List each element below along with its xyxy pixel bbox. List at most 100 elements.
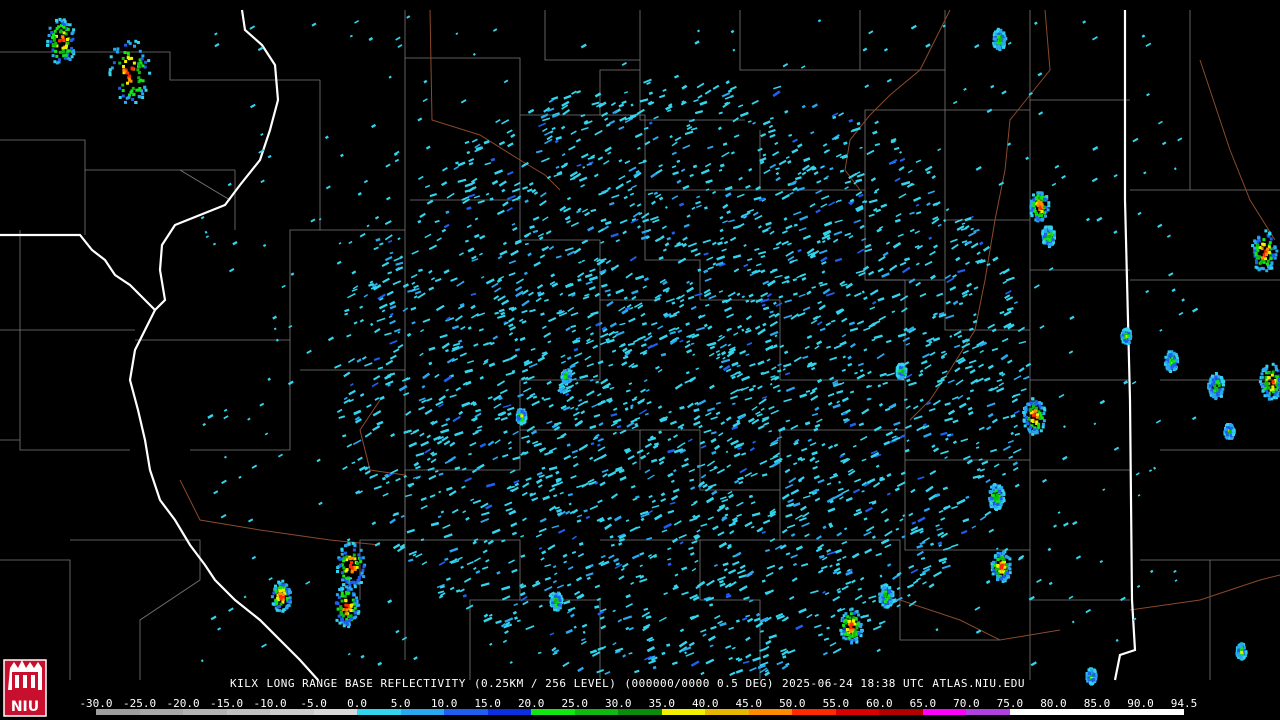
echo-cell bbox=[1029, 211, 1033, 215]
echo-cell bbox=[881, 587, 885, 591]
echo-cell bbox=[342, 556, 346, 560]
echo-cell bbox=[71, 30, 75, 34]
echo-cell bbox=[1038, 401, 1042, 404]
echo-cell bbox=[344, 603, 348, 607]
echo-cell bbox=[995, 496, 999, 500]
echo-cell bbox=[1267, 371, 1271, 375]
echo-cell bbox=[996, 46, 999, 49]
echo-cell bbox=[1271, 380, 1275, 384]
echo-cell bbox=[1274, 364, 1278, 368]
echo-cell bbox=[64, 46, 68, 50]
echo-cell bbox=[847, 636, 851, 640]
echo-cell bbox=[1040, 416, 1044, 420]
echo-cell bbox=[1001, 34, 1005, 38]
echo-cell bbox=[1048, 234, 1052, 238]
echo-cell bbox=[1004, 563, 1008, 567]
echo-cell bbox=[341, 614, 345, 618]
echo-cell bbox=[344, 569, 348, 573]
echo-cell bbox=[1002, 551, 1005, 555]
echo-cell bbox=[991, 560, 995, 564]
echo-cell bbox=[1029, 426, 1033, 430]
echo-cell bbox=[993, 37, 997, 41]
echo-cell bbox=[359, 560, 363, 564]
echo-cell bbox=[998, 484, 1002, 488]
echo-cell bbox=[1209, 391, 1213, 395]
echo-cell bbox=[995, 493, 999, 497]
echo-cell bbox=[1036, 203, 1040, 207]
echo-cell bbox=[1169, 353, 1173, 356]
echo-cell bbox=[884, 600, 887, 604]
echo-cell bbox=[1045, 195, 1049, 199]
echo-cell bbox=[844, 612, 848, 616]
echo-cell bbox=[1222, 380, 1226, 383]
echo-cell bbox=[60, 19, 64, 23]
echo-cell bbox=[1169, 370, 1173, 373]
echo-cell bbox=[1257, 236, 1261, 240]
echo-cell bbox=[1023, 424, 1027, 428]
echo-cell bbox=[880, 591, 884, 595]
echo-cell bbox=[340, 618, 344, 622]
echo-cell bbox=[1002, 499, 1006, 503]
echo-cell bbox=[1025, 416, 1028, 419]
echo-cell bbox=[994, 488, 998, 492]
echo-cell bbox=[1038, 404, 1042, 408]
echo-cell bbox=[996, 558, 1000, 562]
echo-cell bbox=[1256, 255, 1260, 259]
echo-cell bbox=[55, 61, 59, 65]
echo-cell bbox=[992, 568, 996, 572]
echo-cell bbox=[339, 563, 342, 567]
echo-cell bbox=[850, 641, 854, 645]
echo-cell bbox=[1036, 413, 1039, 417]
echo-cell bbox=[71, 50, 75, 54]
echo-cell bbox=[845, 628, 849, 631]
echo-cell bbox=[1254, 265, 1258, 269]
echo-cell bbox=[55, 54, 59, 58]
echo-cell bbox=[287, 599, 291, 603]
echo-cell bbox=[844, 618, 848, 622]
echo-cell bbox=[349, 565, 352, 569]
echo-cell bbox=[855, 637, 858, 641]
echo-cell bbox=[59, 50, 62, 54]
echo-cell bbox=[1264, 229, 1268, 233]
echo-cell bbox=[1253, 246, 1257, 250]
echo-cell bbox=[996, 567, 1000, 571]
echo-cell bbox=[1052, 230, 1056, 234]
echo-cell bbox=[51, 36, 54, 40]
echo-cell bbox=[886, 604, 890, 608]
echo-cell bbox=[844, 621, 848, 625]
echo-cell bbox=[340, 599, 344, 603]
echo-cell bbox=[279, 602, 283, 606]
echo-cell bbox=[281, 588, 285, 592]
echo-cell bbox=[67, 49, 71, 53]
echo-cell bbox=[278, 589, 282, 593]
echo-cell bbox=[1257, 239, 1261, 243]
echo-cell bbox=[68, 23, 72, 27]
echo-cell bbox=[341, 583, 345, 587]
echo-cell bbox=[279, 595, 282, 598]
echo-cell bbox=[853, 629, 857, 633]
echo-cell bbox=[840, 632, 844, 636]
echo-cell bbox=[1274, 367, 1278, 371]
echo-cell bbox=[357, 577, 361, 581]
echo-cell bbox=[1041, 425, 1045, 429]
echo-cell bbox=[362, 565, 366, 569]
echo-cell bbox=[342, 574, 346, 578]
echo-cell bbox=[855, 640, 859, 644]
echo-cell bbox=[1029, 199, 1033, 203]
echo-cell bbox=[1263, 387, 1267, 391]
echo-cell bbox=[1219, 376, 1223, 379]
echo-cell bbox=[1040, 191, 1044, 195]
echo-cell bbox=[856, 622, 860, 626]
echo-cell bbox=[1266, 376, 1270, 380]
echo-cell bbox=[1044, 229, 1048, 233]
echo-cell bbox=[72, 28, 76, 32]
echo-cell bbox=[990, 565, 994, 569]
echo-cell bbox=[1046, 208, 1050, 212]
echo-cell bbox=[1212, 393, 1216, 397]
echo-cell bbox=[1032, 201, 1036, 205]
echo-cell bbox=[1033, 409, 1037, 413]
echo-cell bbox=[347, 591, 351, 595]
echo-cell bbox=[50, 31, 54, 34]
echo-cell bbox=[1008, 562, 1012, 566]
echo-cell bbox=[1002, 491, 1006, 495]
